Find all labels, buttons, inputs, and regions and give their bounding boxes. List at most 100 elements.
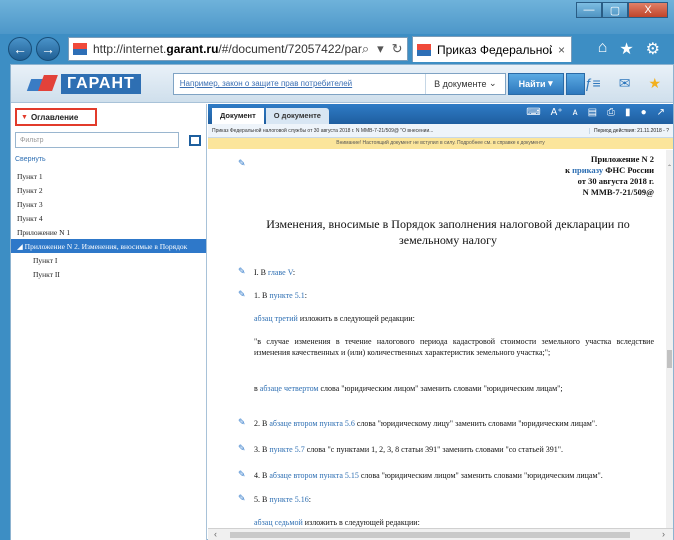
text: слова "юридическому лицу" заменить слова… xyxy=(354,419,598,428)
paragraph-link[interactable]: абзац седьмой xyxy=(254,518,303,527)
search-icon[interactable]: ⌕ xyxy=(362,41,369,57)
address-bar[interactable]: http://internet. garant.ru/#/document/720… xyxy=(68,37,408,61)
comment-pen-icon[interactable]: ✎ xyxy=(238,158,246,169)
paragraph-link[interactable]: абзаце четвертом xyxy=(260,384,319,393)
chat-icon[interactable]: ✉ xyxy=(619,75,631,92)
font-size-decrease-icon[interactable]: ᴀ xyxy=(573,107,578,118)
appendix-header: Приложение N 2 к приказу ФНС России от 3… xyxy=(565,154,654,198)
clause-link[interactable]: пункте 5.1 xyxy=(269,291,304,300)
browser-tab[interactable]: Приказ Федеральной ... × xyxy=(412,36,572,62)
arrow-right-icon: → xyxy=(41,41,55,57)
appendix-title: Приложение N 2 xyxy=(590,154,654,164)
warning-banner[interactable]: Внимание! Настоящий документ не вступил … xyxy=(208,138,673,149)
clause-link[interactable]: абзаце втором пункта 5.15 xyxy=(269,471,359,480)
toc-filter: Фильтр xyxy=(15,132,201,148)
tab-document[interactable]: Документ xyxy=(212,108,264,124)
app-search: Например, закон о защите прав потребител… xyxy=(172,72,506,95)
favorites-star-icon[interactable]: ★ xyxy=(619,39,633,59)
paragraph-link[interactable]: абзаце втором xyxy=(269,419,317,428)
search-scope-select[interactable]: В документе ⌄ xyxy=(425,73,504,94)
toc-item[interactable]: Пункт 2 xyxy=(11,183,206,197)
comment-pen-icon[interactable]: ✎ xyxy=(238,469,246,480)
garant-logo[interactable]: ГАРАНТ xyxy=(29,73,141,94)
window-toggle-icon[interactable] xyxy=(189,134,201,146)
formula-icon[interactable]: ƒ≡ xyxy=(585,75,601,92)
change-font-icon[interactable]: ⌨ xyxy=(526,107,540,118)
forward-button[interactable]: → xyxy=(36,37,60,61)
comment-pen-icon[interactable]: ✎ xyxy=(238,493,246,504)
find-button[interactable]: Найти ▾ xyxy=(507,72,564,95)
paragraph: абзац третий изложить в следующей редакц… xyxy=(254,313,415,324)
appendix-ref: к приказу ФНС России xyxy=(565,165,654,176)
document-validity-period[interactable]: Период действия: 21.11.2018 - ? xyxy=(588,127,673,134)
font-size-increase-icon[interactable]: A⁺ xyxy=(551,107,563,118)
share-icon[interactable]: ↗ xyxy=(657,107,665,118)
close-window-button[interactable]: X xyxy=(628,2,668,18)
toc-filter-input[interactable]: Фильтр xyxy=(15,132,179,148)
minimize-button[interactable]: — xyxy=(576,2,602,18)
toc-collapse-link[interactable]: Свернуть xyxy=(15,156,206,163)
chapter-link[interactable]: главе V xyxy=(268,268,293,277)
text: I. В xyxy=(254,268,268,277)
toc-header[interactable]: ▼ Оглавление xyxy=(15,108,97,126)
refresh-icon[interactable]: ↻ xyxy=(392,41,403,57)
quoted-text: "в случае изменения в течение налогового… xyxy=(254,337,654,357)
toc-item[interactable]: Пункт 1 xyxy=(11,169,206,183)
text: : xyxy=(292,268,296,277)
toc-item-selected[interactable]: ◢ Приложение N 2. Изменения, вносимые в … xyxy=(11,239,206,253)
scrollbar-thumb[interactable] xyxy=(230,532,630,538)
info-icon[interactable]: ● xyxy=(641,107,647,118)
print-icon[interactable]: ⎙ xyxy=(607,107,615,118)
toc-header-label: Оглавление xyxy=(30,112,79,122)
comment-pen-icon[interactable]: ✎ xyxy=(238,443,246,454)
paragraph: 4. В абзаце втором пункта 5.15 слова "юр… xyxy=(254,470,654,481)
paragraph-link[interactable]: абзац третий xyxy=(254,314,298,323)
paragraph: 5. В пункте 5.16: xyxy=(254,494,311,505)
gear-icon[interactable]: ⚙ xyxy=(646,39,660,59)
toc-panel: ▼ Оглавление Фильтр Свернуть Пункт 1 Пун… xyxy=(11,104,207,540)
garant-favicon-icon xyxy=(417,43,431,56)
vertical-scrollbar[interactable]: ⌃ xyxy=(666,150,673,528)
browser-tab-title: Приказ Федеральной ... xyxy=(437,42,552,57)
document-panel: Документ О документе ⌨ A⁺ ᴀ ▤ ⎙ ▮ ● ↗ Пр… xyxy=(208,104,673,540)
chevron-down-icon: ⌄ xyxy=(489,78,497,88)
maximize-button[interactable]: ▢ xyxy=(602,2,628,18)
browser-right-tools: ⌂ ★ ⚙ xyxy=(598,39,674,59)
comment-pen-icon[interactable]: ✎ xyxy=(238,266,246,277)
scroll-left-icon[interactable]: ‹ xyxy=(214,529,217,539)
toc-item[interactable]: Пункт 3 xyxy=(11,197,206,211)
app-header-tools: ƒ≡ ✉ ★ xyxy=(585,75,673,92)
clause-link[interactable]: пункте 5.7 xyxy=(269,445,304,454)
dropdown-icon[interactable]: ▾ xyxy=(377,41,384,57)
save-icon[interactable]: ▤ xyxy=(588,107,597,118)
find-button-label: Найти xyxy=(518,78,546,89)
toc-item-selected-label: Приложение N 2. Изменения, вносимые в По… xyxy=(24,241,188,251)
scrollbar-thumb[interactable] xyxy=(667,350,672,368)
toc-subitem[interactable]: Пункт I xyxy=(11,253,206,267)
page-content: ГАРАНТ Например, закон о защите прав пот… xyxy=(10,64,674,540)
horizontal-scrollbar[interactable]: ‹ › xyxy=(208,528,673,540)
garant-logo-text: ГАРАНТ xyxy=(61,73,141,94)
toc-item[interactable]: Пункт 4 xyxy=(11,211,206,225)
clause-link[interactable]: пункте 5.16 xyxy=(269,495,308,504)
scroll-up-icon[interactable]: ⌃ xyxy=(666,164,673,171)
scroll-right-icon[interactable]: › xyxy=(662,529,665,539)
order-link[interactable]: приказу xyxy=(572,165,603,175)
appendix-ref-post: ФНС России xyxy=(603,165,654,175)
toc-item[interactable]: Приложение N 1 xyxy=(11,225,206,239)
comment-pen-icon[interactable]: ✎ xyxy=(238,289,246,300)
tab-about-document[interactable]: О документе xyxy=(265,108,329,124)
bookmark-icon[interactable]: ▮ xyxy=(625,107,631,118)
favorites-star-icon[interactable]: ★ xyxy=(648,75,661,92)
toc-subitem[interactable]: Пункт II xyxy=(11,267,206,281)
tab-close-icon[interactable]: × xyxy=(552,43,571,57)
clause-link[interactable]: пункта 5.6 xyxy=(319,419,355,428)
back-button[interactable]: ← xyxy=(8,37,32,61)
triangle-down-icon: ▼ xyxy=(21,113,28,121)
arrow-left-icon: ← xyxy=(13,41,27,57)
search-input[interactable]: Например, закон о защите прав потребител… xyxy=(174,79,425,88)
comment-pen-icon[interactable]: ✎ xyxy=(238,417,246,428)
home-icon[interactable]: ⌂ xyxy=(598,39,608,59)
search-options-button[interactable] xyxy=(565,72,585,95)
garant-logo-mark-icon xyxy=(29,75,59,93)
